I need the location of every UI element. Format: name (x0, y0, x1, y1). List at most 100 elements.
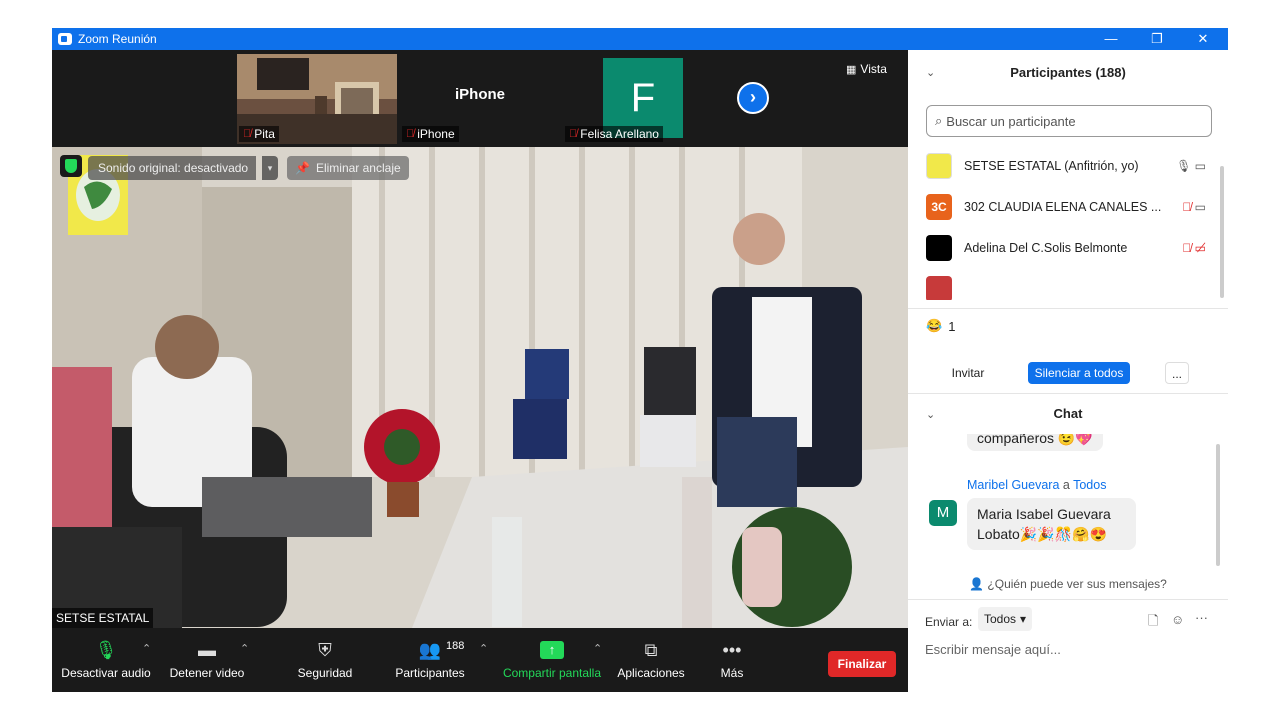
participant-name: Pita (254, 127, 275, 141)
apps-icon: ⧉ (644, 640, 658, 660)
participant-name: 302 CLAUDIA ELENA CANALES ... (964, 200, 1162, 214)
audio-options-chevron-icon[interactable]: ⌃ (142, 642, 151, 655)
microphone-icon: 🎙 (94, 640, 118, 660)
video-tile-iphone[interactable]: iPhone 🎙̸ iPhone (400, 54, 560, 144)
participant-row[interactable]: Adelina Del C.Solis Belmonte 🎙̸ ▭̸ (926, 228, 1206, 268)
close-button[interactable]: ✕ (1180, 28, 1226, 50)
chat-title: Chat (1053, 406, 1083, 421)
grid-view-icon: ▦ (846, 63, 857, 76)
divider (908, 308, 1228, 309)
zoom-window: Zoom Reunión — ❐ ✕ 🎙̸ Pita iPhone 🎙̸ iPh… (52, 28, 1228, 692)
reaction-count: 1 (948, 318, 956, 334)
speaker-name-label: SETSE ESTATAL (52, 608, 154, 628)
participant-list: SETSE ESTATAL (Anfitrión, yo) 🎙 ▭ 3C 302… (908, 146, 1228, 300)
video-tile-felisa[interactable]: F 🎙̸ Felisa Arellano (563, 54, 723, 144)
send-to-value: Todos (984, 612, 1017, 626)
meeting-area: 🎙̸ Pita iPhone 🎙̸ iPhone F 🎙̸ Felisa Are… (52, 50, 908, 692)
participant-name: iPhone (417, 127, 455, 141)
person-icon: 👤 (969, 577, 985, 591)
chat-more-icon[interactable]: ··· (1195, 610, 1208, 625)
participants-button[interactable]: 👥 Participantes 188 (390, 628, 470, 692)
participant-label-felisa: 🎙̸ Felisa Arellano (565, 126, 663, 142)
more-label: Más (720, 666, 744, 680)
participant-avatar (926, 153, 952, 179)
participant-avatar (926, 235, 952, 261)
next-page-arrow-icon[interactable]: › (737, 82, 769, 114)
active-speaker-video: Sonido original: desactivado ▾ 📌 Elimina… (52, 147, 908, 628)
apps-label: Aplicaciones (617, 666, 685, 680)
participants-label: Participantes (395, 666, 465, 680)
send-to-label: Enviar a: (925, 615, 973, 629)
divider (908, 393, 1228, 394)
video-tile-pita[interactable]: 🎙̸ Pita (237, 54, 397, 144)
mic-muted-icon: 🎙̸ (406, 128, 415, 140)
who-can-see-messages-link[interactable]: 👤 ¿Quién puede ver sus mensajes? (908, 577, 1228, 591)
speaker-video-frame (52, 147, 908, 628)
camera-icon: ▬ (198, 640, 216, 660)
view-button[interactable]: ▦ Vista (846, 62, 887, 76)
side-panel: ⌄ Participantes (188) ⌕ Buscar un partic… (908, 50, 1228, 692)
file-icon[interactable]: 🗋 (1148, 612, 1158, 634)
participant-big-name: iPhone (454, 86, 505, 103)
restore-button[interactable]: ❐ (1134, 28, 1180, 50)
chat-recipient[interactable]: Todos (1073, 478, 1106, 492)
divider (908, 599, 1228, 600)
meeting-toolbar: 🎙 Desactivar audio ⌃ ▬ Detener video ⌃ ⛨… (52, 628, 908, 692)
chat-message-header: Maribel Guevara a Todos (967, 478, 1106, 492)
participant-row[interactable]: SETSE ESTATAL (Anfitrión, yo) 🎙 ▭ (926, 146, 1206, 186)
stop-video-button[interactable]: ▬ Detener video (164, 628, 250, 692)
participant-search-input[interactable]: ⌕ Buscar un participante (926, 105, 1212, 137)
mute-audio-label: Desactivar audio (61, 666, 151, 680)
unpin-button[interactable]: 📌 Eliminar anclaje (287, 156, 409, 180)
chat-input[interactable]: Escribir mensaje aquí... (925, 642, 1215, 657)
participant-label-iphone: 🎙̸ iPhone (402, 126, 459, 142)
participant-label-pita: 🎙̸ Pita (239, 126, 279, 142)
participant-name: SETSE ESTATAL (Anfitrión, yo) (964, 159, 1139, 173)
search-icon: ⌕ (935, 113, 943, 128)
chat-messages: compañeros 😉💖 Maribel Guevara a Todos M … (908, 434, 1218, 570)
who-can-see-label: ¿Quién puede ver sus mensajes? (987, 577, 1167, 591)
send-to-dropdown[interactable]: Todos ▾ (978, 607, 1033, 631)
emoji-icon[interactable]: ☺ (1171, 612, 1184, 627)
chat-to-word: a (1062, 478, 1070, 492)
mic-camera-muted-icons: 🎙̸ ▭̸ (1182, 241, 1206, 255)
title-bar: Zoom Reunión — ❐ ✕ (52, 28, 1228, 50)
chat-scrollbar[interactable] (1216, 444, 1220, 566)
participants-panel-title: Participantes (188) (1010, 65, 1126, 80)
mute-all-button[interactable]: Silenciar a todos (1028, 362, 1130, 384)
participant-row[interactable] (926, 269, 1206, 300)
security-button[interactable]: ⛨ Seguridad (288, 628, 362, 692)
chat-sender[interactable]: Maribel Guevara (967, 478, 1059, 492)
original-sound-button[interactable]: Sonido original: desactivado (88, 156, 257, 180)
pin-icon: 📌 (295, 161, 310, 175)
participants-more-button[interactable]: ... (1165, 362, 1189, 384)
thumbnail-strip: 🎙̸ Pita iPhone 🎙̸ iPhone F 🎙̸ Felisa Are… (52, 50, 908, 147)
share-screen-button[interactable]: ↑ Compartir pantalla (498, 628, 606, 692)
participant-row[interactable]: 3C 302 CLAUDIA ELENA CANALES ... 🎙̸ ▭ (926, 187, 1206, 227)
invite-button[interactable]: Invitar (944, 362, 992, 384)
laughing-emoji-icon: 😂 (926, 318, 943, 333)
zoom-logo-icon (58, 33, 72, 45)
participant-avatar: 3C (926, 194, 952, 220)
mute-audio-button[interactable]: 🎙 Desactivar audio (58, 628, 154, 692)
unpin-label: Eliminar anclaje (315, 161, 401, 175)
search-placeholder: Buscar un participante (946, 113, 1076, 129)
stop-video-label: Detener video (169, 666, 245, 680)
encryption-shield-icon[interactable] (60, 155, 82, 177)
mic-camera-icons: 🎙 ▭ (1176, 159, 1206, 173)
participant-name: Adelina Del C.Solis Belmonte (964, 241, 1128, 255)
security-label: Seguridad (297, 666, 353, 680)
participants-options-chevron-icon[interactable]: ⌃ (479, 642, 488, 655)
share-screen-label: Compartir pantalla (502, 666, 602, 680)
end-meeting-button[interactable]: Finalizar (828, 651, 896, 677)
share-options-chevron-icon[interactable]: ⌃ (593, 642, 602, 655)
more-button[interactable]: ••• Más (708, 628, 756, 692)
view-label: Vista (860, 62, 887, 76)
apps-button[interactable]: ⧉ Aplicaciones (612, 628, 690, 692)
minimize-button[interactable]: — (1088, 28, 1134, 50)
original-sound-dropdown-icon[interactable]: ▾ (262, 156, 278, 180)
mic-muted-icon: 🎙̸ (243, 128, 252, 140)
video-options-chevron-icon[interactable]: ⌃ (240, 642, 249, 655)
participant-list-scrollbar[interactable] (1220, 166, 1224, 298)
participant-name: Felisa Arellano (580, 127, 659, 141)
